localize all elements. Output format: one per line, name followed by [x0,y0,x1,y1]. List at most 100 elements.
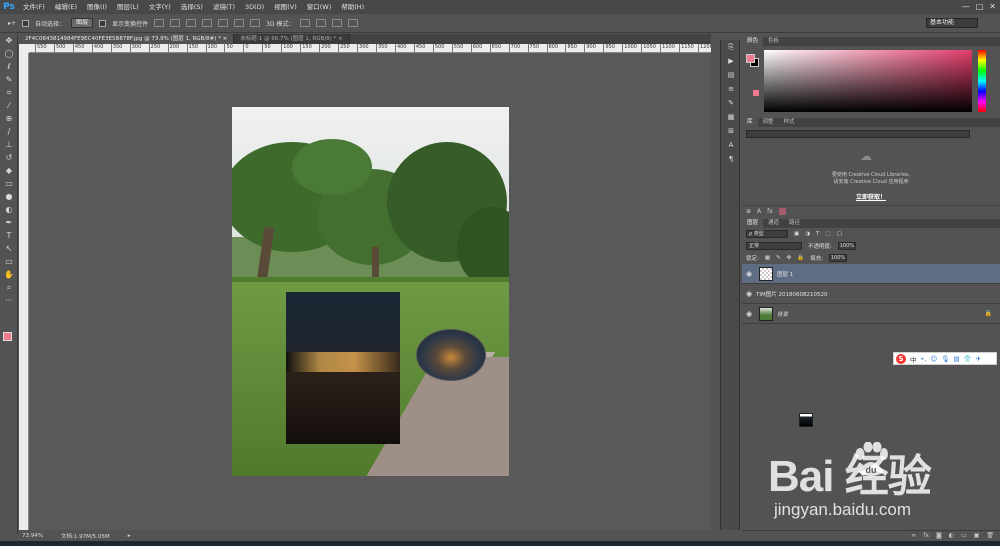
align-bottom-icon[interactable] [186,19,197,27]
clone-stamp-tool-icon[interactable]: ⊥ [0,138,18,151]
move-tool-icon[interactable]: ✥ [0,34,18,47]
3d-pan-icon[interactable] [332,19,343,27]
add-graphic-icon[interactable]: ⊕ [746,208,751,215]
filter-adjust-icon[interactable]: ◑ [805,231,810,237]
night-city-layer[interactable] [286,292,400,444]
actions-icon[interactable]: ▶ [721,54,741,68]
tab-adjustments[interactable]: 调整 [758,118,779,127]
clone-source-icon[interactable]: ⊞ [721,124,741,138]
close-button[interactable]: ✕ [989,0,996,14]
keyboard-icon[interactable]: ▤ [953,355,959,363]
blend-mode-dropdown[interactable]: 正常 [746,242,802,250]
brush-icon[interactable]: ✎ [721,96,741,110]
distribute-icon[interactable] [250,19,261,27]
add-char-style-icon[interactable]: A [757,208,761,215]
filter-shape-icon[interactable]: ⬚ [825,231,830,237]
new-layer-icon[interactable]: ▣ [974,532,980,539]
zoom-level[interactable]: 73.94% [22,533,43,539]
document-info[interactable]: 文档:1.97M/5.05M [61,532,110,540]
menu-view[interactable]: 视图(V) [269,0,302,14]
new-group-icon[interactable]: ▭ [961,532,967,539]
paragraph-icon[interactable]: ¶ [721,152,741,166]
add-layer-style-icon[interactable]: fx [767,208,773,215]
voice-icon[interactable]: 🎙 [941,355,949,363]
tab-libraries[interactable]: 库 [742,118,758,127]
library-dropdown[interactable] [746,130,970,138]
eraser-tool-icon[interactable]: ◆ [0,164,18,177]
marquee-tool-icon[interactable]: ◯ [0,47,18,60]
hand-tool-icon[interactable]: ✋ [0,268,18,281]
status-arrow-icon[interactable]: ▸ [128,533,131,539]
tab-styles[interactable]: 样式 [779,118,800,127]
add-mask-icon[interactable]: ◙ [936,532,942,539]
link-layers-icon[interactable]: ∞ [911,532,916,539]
more-tools-icon[interactable]: ··· [0,294,18,307]
hue-slider[interactable] [978,50,986,112]
new-adjustment-icon[interactable]: ◐ [949,532,954,539]
tab-color[interactable]: 颜色 [742,37,764,46]
zoom-tool-icon[interactable]: ⌕ [0,281,18,294]
ime-mode-chinese[interactable]: 中 [910,354,917,364]
add-color-swatch[interactable] [778,208,786,215]
lock-pixels-icon[interactable]: ✎ [776,255,781,261]
pen-tool-icon[interactable]: ✒ [0,216,18,229]
menu-type[interactable]: 文字(Y) [144,0,176,14]
tab-swatches[interactable]: 色板 [763,37,784,46]
maximize-button[interactable]: □ [976,0,984,14]
menu-3d[interactable]: 3D(D) [240,0,269,14]
minimize-button[interactable]: — [962,0,970,14]
filter-pixel-icon[interactable]: ▣ [794,231,799,237]
canvas-area[interactable] [29,53,711,530]
brush-tool-icon[interactable]: ∕ [0,125,18,138]
layer-row-layer1[interactable]: ◉ 图层 1 [742,264,1000,284]
history-icon[interactable]: ⎘ [721,40,741,54]
foreground-color-swatch[interactable] [3,332,12,341]
layer-kind-filter[interactable]: ρ 类型 [746,230,788,238]
properties-icon[interactable]: ≡ [721,82,741,96]
align-right-icon[interactable] [234,19,245,27]
visibility-eye-icon[interactable]: ◉ [742,290,756,298]
layer-style-icon[interactable]: fx [923,532,929,539]
3d-slide-icon[interactable] [348,19,359,27]
get-it-now-link[interactable]: 立即获取！ [742,192,1000,201]
menu-image[interactable]: 图像(I) [82,0,112,14]
show-transform-checkbox[interactable] [99,19,107,27]
menu-edit[interactable]: 编辑(E) [50,0,82,14]
delete-layer-icon[interactable]: 🗑 [986,532,994,539]
skin-icon[interactable]: 👕 [964,355,972,363]
path-select-tool-icon[interactable]: ↖ [0,242,18,255]
warning-swatch[interactable] [753,90,759,96]
menu-layer[interactable]: 图层(L) [112,0,144,14]
opacity-input[interactable]: 100% [837,242,856,250]
lock-position-icon[interactable]: ✥ [787,255,792,261]
document-canvas[interactable] [232,107,509,476]
history-brush-tool-icon[interactable]: ↺ [0,151,18,164]
menu-help[interactable]: 帮助(H) [336,0,369,14]
3d-roll-icon[interactable] [316,19,327,27]
oval-city-layer[interactable] [416,329,486,381]
move-tool-icon[interactable]: ▸+ [8,20,16,27]
tab-document-jpg[interactable]: 2F4C0843814984FE9EC40FE3E5B878F.jpg @ 73… [19,34,235,44]
quick-select-tool-icon[interactable]: ✎ [0,73,18,86]
sogou-logo[interactable]: S [896,353,906,364]
3d-rotate-icon[interactable] [300,19,311,27]
auto-select-dropdown[interactable]: 图层 [71,18,94,28]
visibility-eye-icon[interactable]: ◉ [742,270,756,278]
layer-row-background[interactable]: ◉ 背景 🔒 [742,304,1000,324]
align-left-icon[interactable] [202,19,213,27]
layer-comps-icon[interactable]: ▤ [721,68,741,82]
align-center-icon[interactable] [218,19,229,27]
tools-icon[interactable]: ✈ [976,355,981,363]
gradient-tool-icon[interactable]: ▭ [0,177,18,190]
crop-tool-icon[interactable]: ⌗ [0,86,18,99]
menu-filter[interactable]: 滤镜(T) [208,0,240,14]
layer-row-tim-image[interactable]: ◉ TIM图片 20180608210520 [742,284,1000,427]
eyedropper-tool-icon[interactable]: ⁄ [0,99,18,112]
filter-smart-icon[interactable]: ▢ [837,231,842,237]
dodge-tool-icon[interactable]: ◐ [0,203,18,216]
lasso-tool-icon[interactable]: ℓ [0,60,18,73]
menu-select[interactable]: 选择(S) [176,0,208,14]
align-middle-icon[interactable] [170,19,181,27]
saturation-field[interactable] [764,50,972,112]
punctuation-icon[interactable]: •, [921,355,927,363]
